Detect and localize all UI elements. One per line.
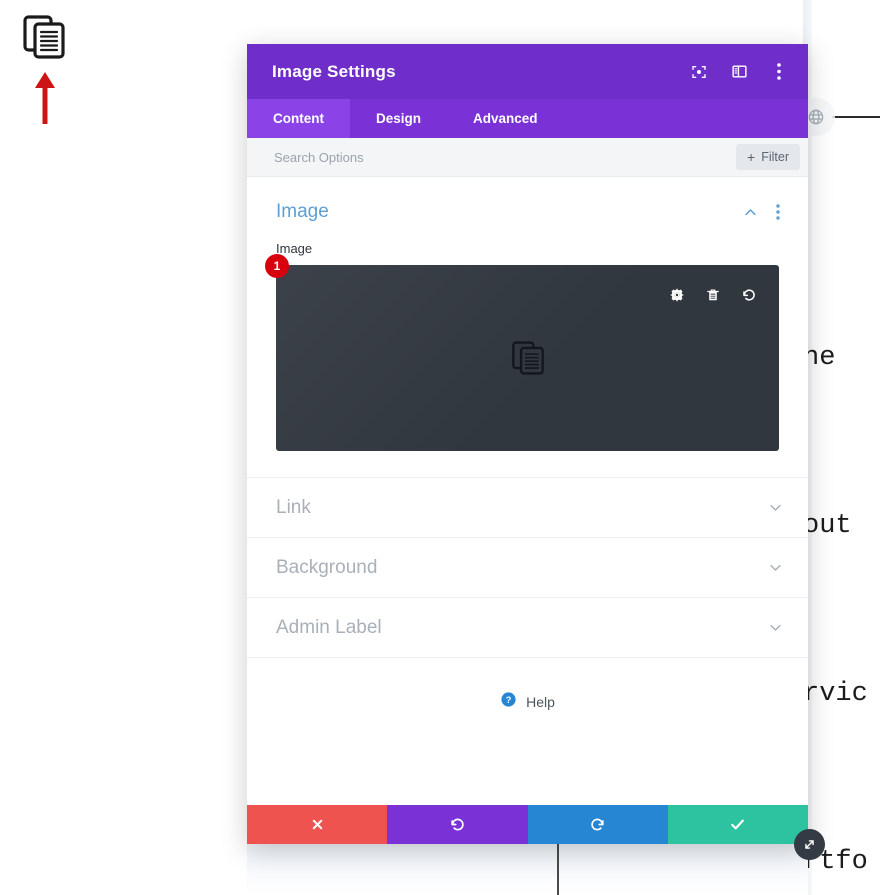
tab-advanced[interactable]: Advanced: [447, 99, 564, 138]
section-admin-label[interactable]: Admin Label: [247, 598, 808, 658]
documents-icon: [23, 15, 65, 59]
question-circle-icon: ?: [500, 691, 517, 713]
section-admin-label-title: Admin Label: [276, 616, 382, 638]
search-input[interactable]: [274, 149, 737, 165]
section-background-title: Background: [276, 556, 378, 578]
image-preview[interactable]: [276, 265, 779, 451]
section-image-header[interactable]: Image: [247, 177, 808, 235]
tab-design[interactable]: Design: [350, 99, 447, 138]
undo-icon: [451, 818, 464, 831]
tab-content[interactable]: Content: [247, 99, 350, 138]
resize-handle[interactable]: [794, 829, 825, 860]
image-upload-area[interactable]: 1: [265, 254, 779, 451]
focus-target-icon[interactable]: [690, 63, 708, 81]
kebab-menu-icon[interactable]: [768, 202, 788, 222]
panel-layout-icon[interactable]: [730, 63, 748, 81]
help-button[interactable]: ? Help: [247, 658, 808, 713]
search-row: + Filter: [247, 138, 808, 177]
section-image: Image Image 1: [247, 177, 808, 478]
background-text-line: out: [803, 498, 880, 554]
section-image-title: Image: [276, 201, 329, 222]
image-settings-modal: Image Settings Content Design Advanced S…: [247, 44, 808, 844]
chevron-down-icon[interactable]: [765, 558, 785, 578]
background-text-value: rvic: [803, 679, 868, 709]
filter-button[interactable]: + Filter: [736, 144, 800, 170]
plus-icon: +: [747, 149, 756, 165]
section-link-title: Link: [276, 496, 311, 518]
modal-titlebar: Image Settings: [247, 44, 808, 99]
page-bottom-wash: [247, 843, 808, 895]
connector-line-vertical: [557, 843, 559, 895]
modal-tabs: Content Design Advanced: [247, 99, 808, 138]
background-text-line: rvic: [803, 666, 880, 722]
documents-icon: [511, 341, 544, 375]
background-text-value: out: [803, 511, 852, 541]
redo-icon: [591, 818, 604, 831]
modal-footer: [247, 805, 808, 844]
close-x-icon: [312, 819, 322, 830]
section-background[interactable]: Background: [247, 538, 808, 598]
checkmark-icon: [731, 819, 745, 830]
filter-button-label: Filter: [761, 150, 789, 164]
cancel-button[interactable]: [247, 805, 388, 844]
image-field-label: Image: [276, 241, 313, 256]
undo-icon[interactable]: [740, 286, 758, 304]
chevron-down-icon[interactable]: [765, 498, 785, 518]
redo-button[interactable]: [527, 805, 668, 844]
section-link[interactable]: Link: [247, 478, 808, 538]
up-arrow-icon: [35, 72, 55, 124]
save-button[interactable]: [667, 805, 808, 844]
modal-body: Image Image 1 Link Background Admin Labe…: [247, 177, 808, 805]
undo-button[interactable]: [387, 805, 528, 844]
modal-title: Image Settings: [272, 61, 396, 81]
step-badge: 1: [265, 254, 289, 278]
resize-diagonal-icon: [805, 840, 814, 849]
trash-icon[interactable]: [704, 286, 722, 304]
image-preview-tools: [668, 286, 758, 304]
kebab-menu-icon[interactable]: [770, 63, 788, 81]
gear-icon[interactable]: [668, 286, 686, 304]
titlebar-actions: [690, 63, 788, 81]
background-text-line: ne: [803, 330, 880, 386]
connector-line-horizontal: [832, 116, 880, 118]
chevron-up-icon[interactable]: [740, 202, 760, 222]
help-label: Help: [526, 694, 555, 710]
chevron-down-icon[interactable]: [765, 618, 785, 638]
builder-module-icon-group[interactable]: [22, 14, 82, 60]
background-page-text: ne out rvic rtfo w it re m: [803, 218, 880, 895]
svg-text:?: ?: [506, 695, 512, 705]
